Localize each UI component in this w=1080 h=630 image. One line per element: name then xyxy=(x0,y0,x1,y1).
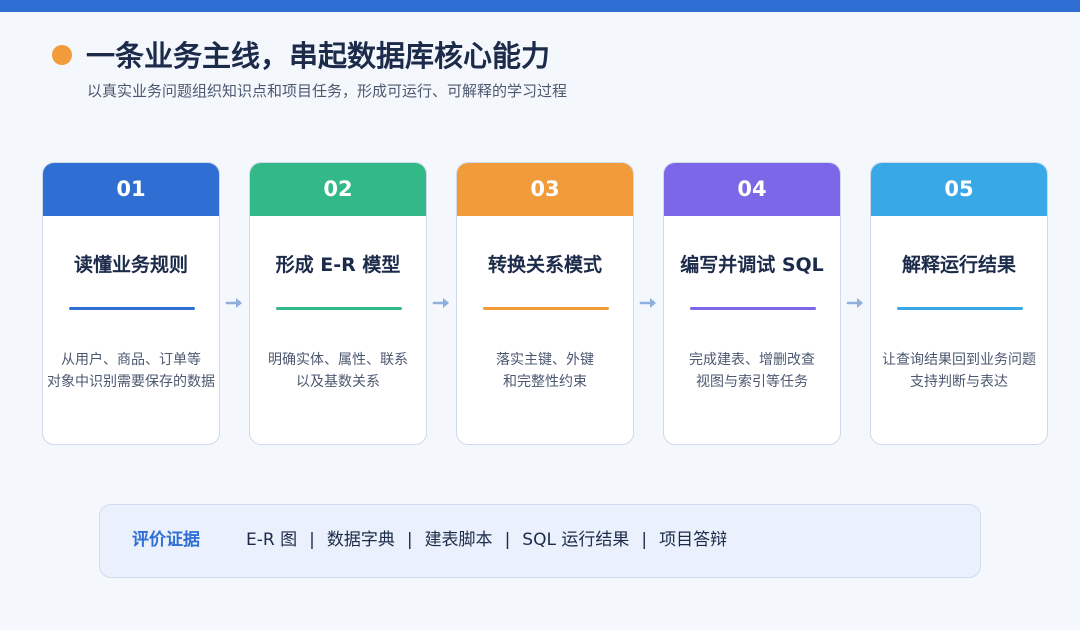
step-description-line: 完成建表、增删改查 xyxy=(689,352,815,368)
step-card-2: 02 形成 E-R 模型 明确实体、属性、联系 以及基数关系 xyxy=(249,162,427,445)
step-description: 从用户、商品、订单等 对象中识别需要保存的数据 xyxy=(43,349,219,393)
title-bullet-dot xyxy=(52,45,72,65)
step-description-line: 支持判断与表达 xyxy=(910,374,1008,390)
page-title: 一条业务主线，串起数据库核心能力 xyxy=(86,39,551,73)
step-description-line: 让查询结果回到业务问题 xyxy=(882,352,1036,368)
step-divider xyxy=(897,307,1023,310)
step-divider xyxy=(69,307,195,310)
evidence-item: 建表脚本 xyxy=(424,530,493,550)
step-description-line: 和完整性约束 xyxy=(503,374,587,390)
step-card-3: 03 转换关系模式 落实主键、外键 和完整性约束 xyxy=(456,162,634,445)
step-number: 01 xyxy=(43,163,219,216)
step-title: 读懂业务规则 xyxy=(73,254,188,276)
step-card-1: 01 读懂业务规则 从用户、商品、订单等 对象中识别需要保存的数据 xyxy=(42,162,220,445)
step-title: 解释运行结果 xyxy=(901,254,1016,276)
step-description-line: 视图与索引等任务 xyxy=(696,374,808,390)
step-description: 落实主键、外键 和完整性约束 xyxy=(457,349,633,393)
evidence-separator: | xyxy=(504,530,511,550)
step-title: 编写并调试 SQL xyxy=(680,254,824,276)
step-divider xyxy=(690,307,816,310)
evidence-item: 数据字典 xyxy=(326,530,395,550)
arrow-right-icon xyxy=(846,298,863,308)
evidence-separator: | xyxy=(309,530,315,550)
evidence-separator: | xyxy=(641,530,648,550)
page-subtitle: 以真实业务问题组织知识点和项目任务，形成可运行、可解释的学习过程 xyxy=(87,82,568,100)
step-title: 转换关系模式 xyxy=(487,254,602,276)
step-description-line: 明确实体、属性、联系 xyxy=(268,352,408,368)
evidence-list: E-R 图 | 数据字典 | 建表脚本 | SQL 运行结果 | 项目答辩 xyxy=(246,527,727,553)
step-divider xyxy=(276,307,402,310)
arrow-right-icon xyxy=(432,298,449,308)
evidence-panel: 评价证据 E-R 图 | 数据字典 | 建表脚本 | SQL 运行结果 | 项目… xyxy=(99,504,981,578)
step-description: 让查询结果回到业务问题 支持判断与表达 xyxy=(871,349,1047,393)
top-accent-bar xyxy=(0,0,1080,12)
step-description-line: 从用户、商品、订单等 xyxy=(61,352,201,368)
step-description-line: 落实主键、外键 xyxy=(496,352,594,368)
step-number: 02 xyxy=(250,163,426,216)
arrow-right-icon xyxy=(639,298,656,308)
evidence-label: 评价证据 xyxy=(132,530,200,550)
step-number: 03 xyxy=(457,163,633,216)
step-card-5: 05 解释运行结果 让查询结果回到业务问题 支持判断与表达 xyxy=(870,162,1048,445)
step-description-line: 以及基数关系 xyxy=(296,374,380,390)
step-card-4: 04 编写并调试 SQL 完成建表、增删改查 视图与索引等任务 xyxy=(663,162,841,445)
step-description: 明确实体、属性、联系 以及基数关系 xyxy=(250,349,426,393)
step-description-line: 对象中识别需要保存的数据 xyxy=(47,374,215,390)
step-description: 完成建表、增删改查 视图与索引等任务 xyxy=(664,349,840,393)
step-number: 04 xyxy=(664,163,840,216)
evidence-item: E-R 图 xyxy=(246,530,298,550)
evidence-separator: | xyxy=(406,530,413,550)
evidence-item: 项目答辩 xyxy=(659,530,728,550)
evidence-item: SQL 运行结果 xyxy=(522,530,630,550)
step-number: 05 xyxy=(871,163,1047,216)
arrow-right-icon xyxy=(225,298,242,308)
step-divider xyxy=(483,307,609,310)
step-title: 形成 E-R 模型 xyxy=(275,254,401,276)
